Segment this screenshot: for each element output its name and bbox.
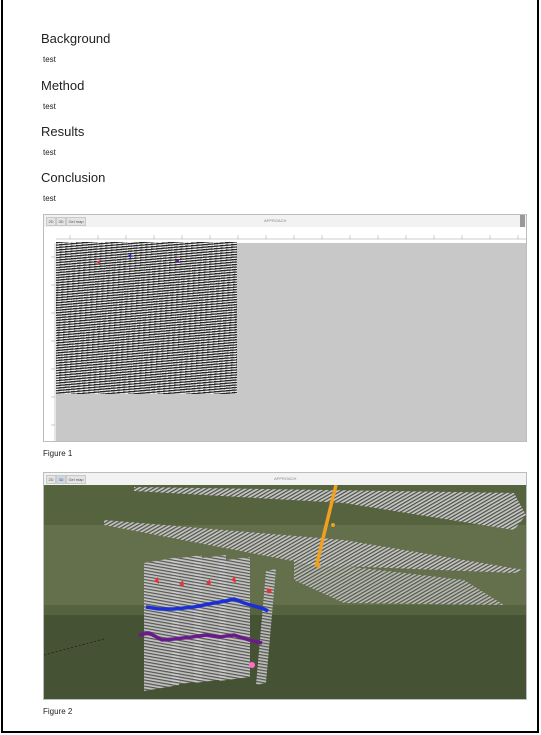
- red-pick-5[interactable]: [266, 588, 272, 594]
- terrain-band-dark: [44, 615, 526, 699]
- well-marker-2[interactable]: [315, 562, 321, 568]
- text-results: test: [43, 148, 56, 157]
- text-background: test: [43, 55, 56, 64]
- figure-1-image: 2D 3D Gel map APPROACH: [43, 214, 527, 442]
- blue-pick-marker[interactable]: [127, 254, 131, 258]
- pink-pick[interactable]: [249, 662, 255, 668]
- figure-2-caption: Figure 2: [43, 707, 73, 716]
- red-pick-marker[interactable]: [96, 260, 100, 264]
- tab-2d[interactable]: 2D: [46, 475, 56, 484]
- figure-2-image: 2D 3D Gel map APPROACH: [43, 472, 527, 700]
- figure-1-caption: Figure 1: [43, 449, 73, 458]
- text-conclusion: test: [43, 194, 56, 203]
- figure-1-picks: [96, 254, 179, 264]
- heading-conclusion: Conclusion: [41, 170, 106, 185]
- purple-pick-marker[interactable]: [175, 259, 179, 263]
- heading-results: Results: [41, 124, 85, 139]
- heading-method: Method: [41, 78, 85, 93]
- seismic-section-4: [219, 557, 250, 681]
- 3d-scene: [44, 485, 526, 699]
- figure-2-window-title: APPROACH: [274, 476, 297, 481]
- tab-gel-map[interactable]: Gel map: [66, 475, 86, 484]
- well-marker-1[interactable]: [331, 523, 335, 527]
- tab-3d[interactable]: 3D: [56, 475, 66, 484]
- heading-background: Background: [41, 31, 111, 46]
- text-method: test: [43, 102, 56, 111]
- document-page: Background test Method test Results test…: [1, 0, 539, 733]
